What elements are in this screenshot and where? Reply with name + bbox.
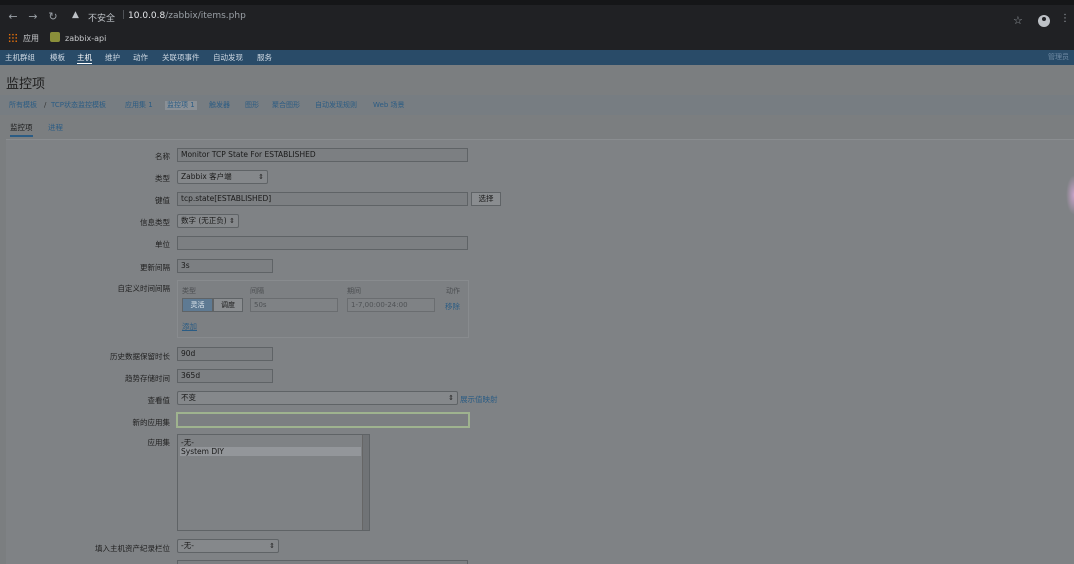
bc-triggers[interactable]: 触发器	[209, 101, 230, 110]
reload-icon[interactable]: ↻	[46, 10, 60, 24]
key-input[interactable]: tcp.state[ESTABLISHED]	[177, 192, 468, 206]
bc-screens[interactable]: 聚合图形	[272, 101, 300, 110]
breadcrumb: 所有模板 / TCP状态监控模板 应用集 1 监控项 1 触发器 图形 聚合图形…	[0, 95, 1074, 115]
show-value-label: 查看值	[147, 396, 171, 405]
address-bar[interactable]: ▲ 不安全 | 10.0.0.8/zabbix/items.php	[70, 8, 1030, 26]
nav-event-correlation[interactable]: 关联项事件	[162, 52, 200, 63]
show-value-select[interactable]: 不变 ⇕	[177, 391, 458, 405]
url-separator: |	[122, 10, 126, 20]
nav-services[interactable]: 服务	[257, 52, 272, 63]
update-interval-input[interactable]: 3s	[177, 259, 273, 273]
browser-chrome: ← → ↻ ▲ 不安全 | 10.0.0.8/zabbix/items.php …	[0, 0, 1074, 50]
new-app-label: 新的应用集	[132, 418, 171, 427]
item-form: 名称 Monitor TCP State For ESTABLISHED 类型 …	[6, 139, 1074, 564]
tab-preprocessing[interactable]: 进程	[48, 123, 63, 133]
bc-slash: /	[44, 101, 47, 109]
ci-flexible-toggle[interactable]: 灵活	[182, 298, 213, 312]
history-label: 历史数据保留时长	[110, 352, 170, 361]
ci-scheduled-toggle[interactable]: 调度	[213, 298, 243, 312]
type-select[interactable]: Zabbix 客户端 ⇕	[177, 170, 268, 184]
bc-discovery-rules[interactable]: 自动发现规则	[315, 101, 357, 110]
insecure-label: 不安全	[88, 14, 116, 24]
trends-input[interactable]: 365d	[177, 369, 273, 383]
info-type-select[interactable]: 数字 (无正负) ⇕	[177, 214, 239, 228]
bc-applications[interactable]: 应用集 1	[125, 101, 153, 110]
ci-interval-input[interactable]: 50s	[250, 298, 338, 312]
unit-label: 单位	[155, 240, 170, 249]
zabbix-main-nav: 主机群组 模板 主机 维护 动作 关联项事件 自动发现 服务 管理员	[0, 50, 1074, 65]
ci-header-interval: 间隔	[250, 287, 264, 295]
inventory-select-value: -无-	[181, 541, 194, 550]
select-arrows-icon: ⇕	[258, 173, 264, 181]
edge-glow	[1066, 175, 1074, 215]
tab-item[interactable]: 监控项	[10, 123, 33, 137]
description-input[interactable]	[177, 560, 468, 564]
trends-label: 趋势存储时间	[125, 374, 170, 383]
ci-add-link[interactable]: 添加	[182, 321, 197, 332]
form-tabs: 监控项 进程	[0, 120, 1074, 138]
bc-graphs[interactable]: 图形	[245, 101, 259, 110]
ci-period-input[interactable]: 1-7,00:00-24:00	[347, 298, 435, 312]
nav-maintenance[interactable]: 维护	[105, 52, 120, 63]
ci-remove-link[interactable]: 移除	[445, 301, 460, 312]
ci-header-action: 动作	[446, 287, 460, 295]
apps-listbox[interactable]: -无- System DIY	[177, 434, 370, 531]
ci-header-period: 期间	[347, 287, 361, 295]
url-path: /zabbix/items.php	[165, 11, 246, 21]
show-value-mapping-link[interactable]: 展示值映射	[460, 394, 498, 405]
url-text: 10.0.0.8/zabbix/items.php	[128, 11, 246, 21]
select-arrows-icon: ⇕	[229, 217, 235, 225]
apps-label: 应用集	[147, 438, 171, 447]
select-arrows-icon: ⇕	[269, 542, 275, 550]
bc-all-templates[interactable]: 所有模板	[9, 101, 37, 110]
show-value-select-value: 不变	[181, 393, 196, 402]
browser-toolbar: ← → ↻ ▲ 不安全 | 10.0.0.8/zabbix/items.php …	[0, 5, 1074, 29]
apps-grid-icon[interactable]	[8, 33, 18, 43]
select-key-button[interactable]: 选择	[471, 192, 501, 206]
inventory-select[interactable]: -无- ⇕	[177, 539, 279, 553]
type-select-value: Zabbix 客户端	[181, 172, 232, 181]
nav-actions[interactable]: 动作	[133, 52, 148, 63]
apps-option[interactable]: -无-	[180, 438, 361, 447]
nav-user[interactable]: 管理员	[1048, 52, 1069, 62]
bookmark-apps[interactable]: 应用	[23, 33, 39, 45]
name-label: 名称	[155, 152, 170, 161]
apps-option[interactable]: System DIY	[180, 447, 361, 456]
select-arrows-icon: ⇕	[448, 394, 454, 402]
bookmark-zabbix-api[interactable]: zabbix-api	[65, 33, 106, 45]
update-interval-label: 更新间隔	[140, 263, 170, 272]
nav-templates[interactable]: 模板	[50, 52, 65, 63]
forward-icon[interactable]: →	[26, 10, 40, 24]
bookmarks-bar: 应用 zabbix-api	[0, 29, 1074, 49]
url-host: 10.0.0.8	[128, 11, 166, 21]
custom-intervals-label: 自定义时间间隔	[117, 284, 171, 293]
bookmark-star-icon[interactable]: ☆	[1013, 14, 1023, 27]
apps-scrollbar[interactable]	[362, 435, 369, 530]
browser-menu-icon[interactable]: ⋮	[1060, 13, 1070, 24]
ci-header-type: 类型	[182, 287, 196, 295]
info-type-label: 信息类型	[140, 218, 170, 227]
history-input[interactable]: 90d	[177, 347, 273, 361]
bc-items[interactable]: 监控项 1	[165, 101, 197, 110]
type-label: 类型	[155, 174, 170, 183]
info-type-select-value: 数字 (无正负)	[181, 216, 227, 225]
unit-input[interactable]	[177, 236, 468, 250]
bc-web-scenarios[interactable]: Web 场景	[373, 101, 405, 110]
nav-host-groups[interactable]: 主机群组	[5, 52, 35, 63]
new-app-input[interactable]	[176, 412, 470, 428]
key-label: 键值	[155, 196, 170, 205]
back-icon[interactable]: ←	[6, 10, 20, 24]
page-content: 监控项 所有模板 / TCP状态监控模板 应用集 1 监控项 1 触发器 图形 …	[0, 65, 1074, 564]
custom-intervals-table: 类型 间隔 期间 动作 灵活 调度 50s 1-7,00:00-24:00 移除…	[177, 280, 469, 338]
page-title: 监控项	[6, 77, 46, 92]
inventory-label: 填入主机资产纪录栏位	[95, 544, 170, 553]
name-input[interactable]: Monitor TCP State For ESTABLISHED	[177, 148, 468, 162]
nav-discovery[interactable]: 自动发现	[213, 52, 243, 63]
warning-icon: ▲	[72, 10, 79, 20]
bc-template[interactable]: TCP状态监控模板	[51, 101, 106, 110]
zabbix-bookmark-icon	[50, 32, 60, 42]
nav-hosts[interactable]: 主机	[77, 52, 92, 64]
profile-avatar-icon[interactable]	[1038, 15, 1050, 27]
